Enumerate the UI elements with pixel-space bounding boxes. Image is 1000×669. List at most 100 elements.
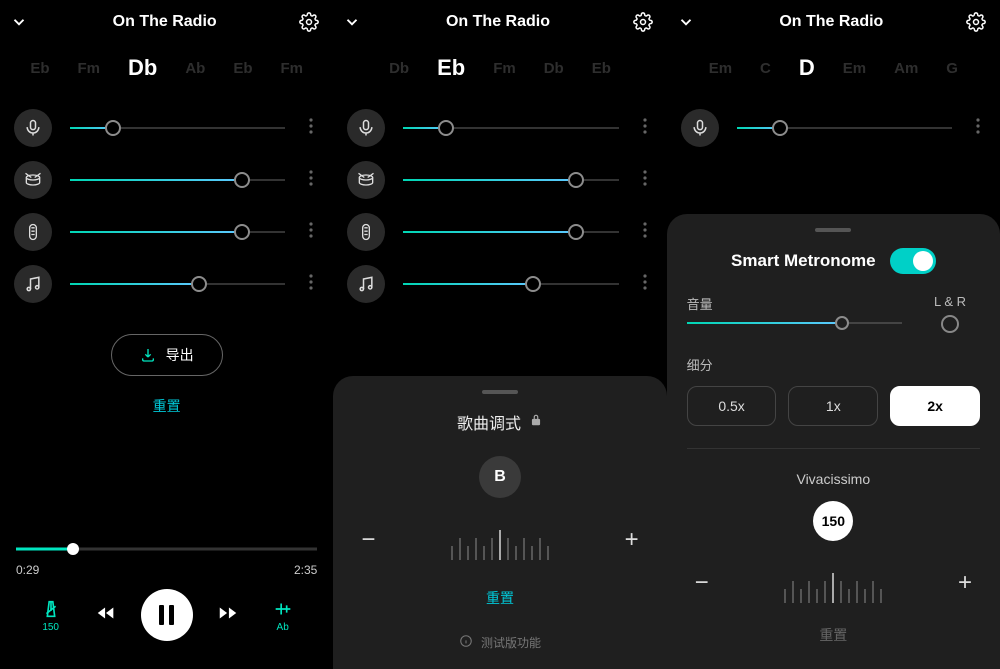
chord-item[interactable]: Ab: [185, 60, 205, 77]
sheet-title: 歌曲调式: [353, 410, 646, 434]
track-more-button[interactable]: [631, 170, 659, 191]
key-plus-button[interactable]: +: [617, 525, 647, 555]
gear-icon[interactable]: [633, 12, 653, 32]
export-button[interactable]: 导出: [111, 334, 223, 376]
key-indicator: B: [479, 456, 521, 498]
chord-strip[interactable]: Db Eb Fm Db Eb: [333, 44, 666, 92]
chord-item[interactable]: Fm: [78, 60, 101, 77]
gear-icon[interactable]: [966, 12, 986, 32]
subdiv-option[interactable]: 0.5x: [687, 386, 777, 426]
chord-item[interactable]: Em: [843, 60, 866, 77]
track-row-drum: [333, 154, 666, 206]
metronome-bpm: 150: [42, 622, 59, 633]
bass-volume-slider[interactable]: [70, 220, 285, 244]
chord-item[interactable]: Db: [389, 60, 409, 77]
bpm-minus-button[interactable]: −: [687, 568, 717, 598]
lr-balance-knob[interactable]: [941, 315, 959, 333]
drum-volume-slider[interactable]: [403, 168, 618, 192]
key-ticks[interactable]: [451, 520, 549, 560]
volume-slider[interactable]: [687, 313, 902, 333]
mic-volume-slider[interactable]: [737, 116, 952, 140]
key-minus-button[interactable]: −: [353, 525, 383, 555]
key-label: Ab: [277, 622, 289, 633]
other-volume-slider[interactable]: [403, 272, 618, 296]
sheet-handle[interactable]: [482, 390, 518, 394]
track-more-button[interactable]: [964, 118, 992, 139]
chord-item[interactable]: Fm: [493, 60, 516, 77]
chord-strip[interactable]: Eb Fm Db Ab Eb Fm: [0, 44, 333, 92]
track-more-button[interactable]: [297, 118, 325, 139]
chevron-down-icon[interactable]: [10, 13, 30, 31]
bass-icon[interactable]: [347, 213, 385, 251]
lr-label: L & R: [920, 294, 980, 309]
drum-icon[interactable]: [14, 161, 52, 199]
tracks: [0, 92, 333, 310]
other-volume-slider[interactable]: [70, 272, 285, 296]
bpm-badge: 150: [813, 501, 853, 541]
lock-icon: [529, 413, 543, 432]
track-row-mic: [333, 102, 666, 154]
sheet-handle[interactable]: [815, 228, 851, 232]
track-more-button[interactable]: [631, 274, 659, 295]
chord-item[interactable]: Db: [544, 60, 564, 77]
mic-icon[interactable]: [347, 109, 385, 147]
chord-item[interactable]: Eb: [233, 60, 252, 77]
key-button[interactable]: Ab: [263, 598, 303, 633]
chord-item[interactable]: Fm: [281, 60, 304, 77]
chevron-down-icon[interactable]: [343, 13, 363, 31]
chord-item[interactable]: D: [799, 55, 815, 81]
total-time: 2:35: [294, 563, 317, 577]
metronome-button[interactable]: 150: [31, 598, 71, 633]
reset-link[interactable]: 重置: [0, 396, 333, 416]
mic-icon[interactable]: [14, 109, 52, 147]
mic-icon[interactable]: [681, 109, 719, 147]
bpm-plus-button[interactable]: +: [950, 568, 980, 598]
sheet-reset-link[interactable]: 重置: [353, 588, 646, 608]
track-more-button[interactable]: [631, 118, 659, 139]
bass-volume-slider[interactable]: [403, 220, 618, 244]
metronome-reset[interactable]: 重置: [687, 625, 980, 645]
key-sheet: 歌曲调式 B − + 重置 测试版功能: [333, 376, 666, 669]
chord-strip[interactable]: Em C D Em Am G: [667, 44, 1000, 92]
chord-item[interactable]: Am: [894, 60, 918, 77]
export-section: 导出 重置: [0, 310, 333, 416]
track-row-drum: [0, 154, 333, 206]
chord-item[interactable]: G: [946, 60, 958, 77]
chord-item[interactable]: Em: [709, 60, 732, 77]
other-icon[interactable]: [347, 265, 385, 303]
chord-item[interactable]: Db: [128, 55, 157, 81]
bpm-ticks[interactable]: [784, 563, 882, 603]
info-icon[interactable]: [459, 634, 473, 651]
chord-item[interactable]: Eb: [437, 55, 465, 81]
elapsed-time: 0:29: [16, 563, 39, 577]
track-row-other: [0, 258, 333, 310]
track-more-button[interactable]: [297, 274, 325, 295]
metronome-toggle[interactable]: [890, 248, 936, 274]
track-more-button[interactable]: [631, 222, 659, 243]
subdiv-option[interactable]: 1x: [788, 386, 878, 426]
chord-item[interactable]: Eb: [592, 60, 611, 77]
progress-slider[interactable]: [16, 539, 317, 559]
tracks: [667, 92, 1000, 154]
gear-icon[interactable]: [299, 12, 319, 32]
drum-volume-slider[interactable]: [70, 168, 285, 192]
mic-volume-slider[interactable]: [403, 116, 618, 140]
tempo-name: Vivacissimo: [687, 471, 980, 487]
topbar: On The Radio: [0, 0, 333, 44]
bass-icon[interactable]: [14, 213, 52, 251]
pause-button[interactable]: [141, 589, 193, 641]
track-more-button[interactable]: [297, 222, 325, 243]
subdiv-option[interactable]: 2x: [890, 386, 980, 426]
forward-button[interactable]: [217, 602, 239, 629]
drum-icon[interactable]: [347, 161, 385, 199]
mic-volume-slider[interactable]: [70, 116, 285, 140]
volume-label: 音量: [687, 294, 902, 313]
chord-item[interactable]: Eb: [30, 60, 49, 77]
song-title: On The Radio: [363, 13, 632, 31]
track-more-button[interactable]: [297, 170, 325, 191]
other-icon[interactable]: [14, 265, 52, 303]
chevron-down-icon[interactable]: [677, 13, 697, 31]
rewind-button[interactable]: [95, 602, 117, 629]
chord-item[interactable]: C: [760, 60, 771, 77]
subdiv-segmented: 0.5x 1x 2x: [687, 386, 980, 426]
